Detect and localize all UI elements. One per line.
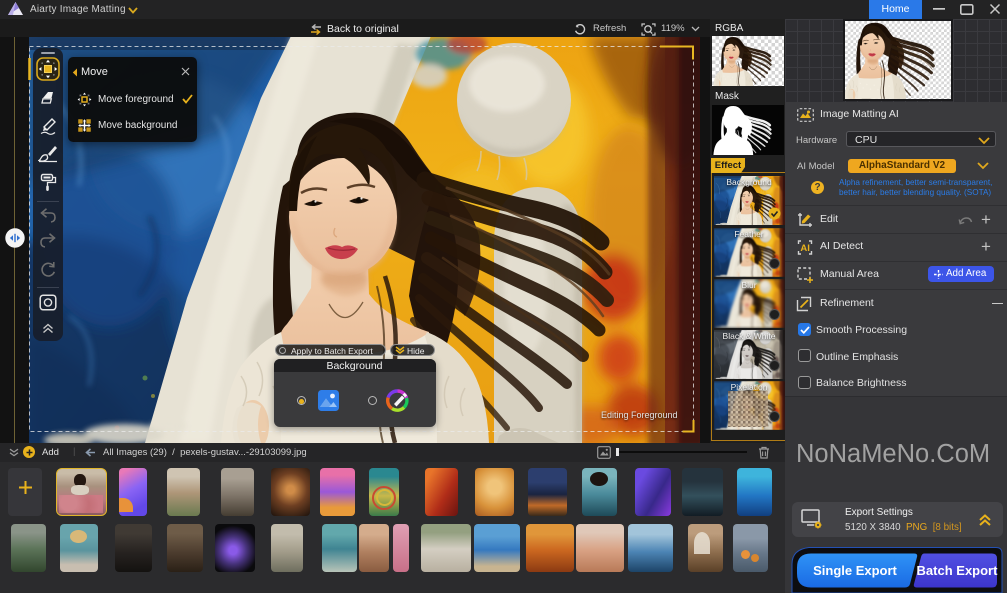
svg-text:Single Export: Single Export: [813, 563, 897, 578]
svg-text:Batch Export: Batch Export: [917, 563, 999, 578]
svg-text:AI: AI: [800, 243, 810, 254]
